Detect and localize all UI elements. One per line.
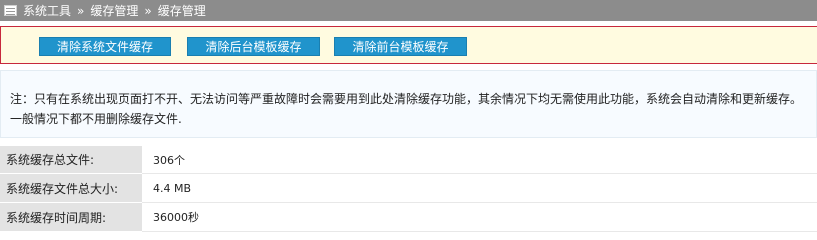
notice-line-1: 注：只有在系统出现页面打不开、无法访问等严重故障时会需要用到此处清除缓存功能，其… bbox=[10, 92, 803, 106]
total-files-value: 306个 bbox=[142, 146, 817, 174]
clear-backend-template-cache-button[interactable]: 清除后台模板缓存 bbox=[187, 37, 320, 56]
clear-frontend-template-cache-button[interactable]: 清除前台模板缓存 bbox=[334, 37, 467, 56]
breadcrumb: 系统工具 » 缓存管理 » 缓存管理 bbox=[0, 0, 817, 21]
table-row: 系统缓存文件总大小: 4.4 MB bbox=[0, 173, 817, 203]
breadcrumb-separator: » bbox=[77, 3, 85, 18]
cache-period-value: 36000秒 bbox=[142, 202, 817, 232]
breadcrumb-separator: » bbox=[144, 3, 152, 18]
breadcrumb-current-page: 缓存管理 bbox=[157, 4, 206, 18]
table-row: 系统缓存总文件: 306个 bbox=[0, 146, 817, 174]
breadcrumb-cache-management[interactable]: 缓存管理 bbox=[90, 2, 138, 19]
total-size-value: 4.4 MB bbox=[142, 173, 817, 203]
total-files-label: 系统缓存总文件: bbox=[0, 146, 142, 174]
total-size-label: 系统缓存文件总大小: bbox=[0, 173, 142, 203]
table-row: 系统缓存时间周期: 36000秒 bbox=[0, 202, 817, 232]
notice-line-2: 一般情况下都不用删除缓存文件. bbox=[10, 112, 182, 126]
list-grid-icon bbox=[4, 5, 17, 16]
clear-system-file-cache-button[interactable]: 清除系统文件缓存 bbox=[39, 37, 171, 56]
cache-actions-panel: 清除系统文件缓存 清除后台模板缓存 清除前台模板缓存 bbox=[0, 26, 817, 64]
notice-box: 注：只有在系统出现页面打不开、无法访问等严重故障时会需要用到此处清除缓存功能，其… bbox=[0, 70, 817, 138]
breadcrumb-system-tools[interactable]: 系统工具 bbox=[23, 2, 71, 19]
cache-stats-table: 系统缓存总文件: 306个 系统缓存文件总大小: 4.4 MB 系统缓存时间周期… bbox=[0, 146, 817, 232]
cache-period-label: 系统缓存时间周期: bbox=[0, 202, 142, 232]
